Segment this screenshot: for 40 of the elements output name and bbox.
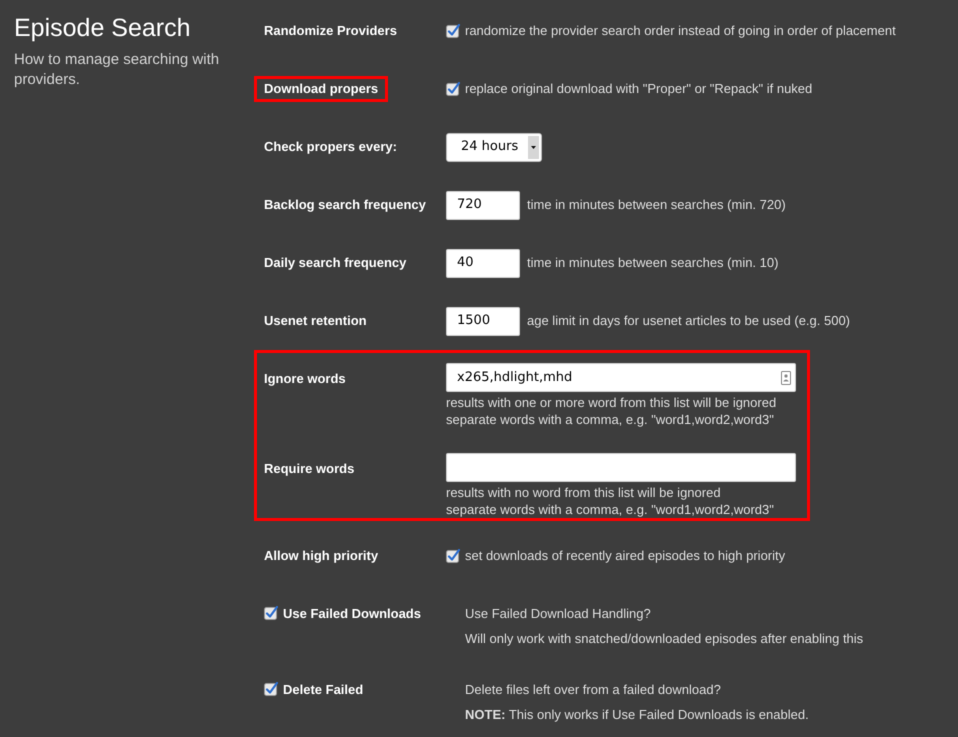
caret-icon — [528, 136, 539, 158]
setting-note: Delete files left over from a failed download? — [465, 681, 722, 699]
checkbox[interactable] — [446, 24, 460, 38]
setting-label: Usenet retention — [263, 312, 368, 330]
setting-description: time in minutes between searches (min. 720) — [527, 196, 786, 214]
interval-select[interactable]: 24 hours — [446, 132, 542, 162]
text-field[interactable] — [446, 453, 796, 482]
setting-label: Daily search frequency — [263, 254, 408, 272]
setting-label: Ignore words — [264, 371, 346, 386]
setting-label: Randomize Providers — [263, 22, 398, 40]
checkbox[interactable] — [446, 549, 460, 563]
setting-note: Use Failed Download Handling? — [465, 605, 652, 623]
setting-description: randomize the provider search order instead of going in order of placement — [465, 22, 896, 40]
setting-label: Download propers — [254, 76, 388, 102]
number-field[interactable]: 1500 — [446, 306, 520, 336]
field-note: separate words with a comma, e.g. "word1,word2,word3" — [446, 501, 775, 518]
setting-note: Will only work with snatched/downloaded episodes after enabling this — [465, 630, 864, 648]
field-note: results with one or more word from this list will be ignored — [446, 394, 778, 411]
setting-label: Allow high priority — [263, 547, 380, 565]
text-field[interactable]: x265,hdlight,mhd — [446, 363, 796, 392]
setting-label: Backlog search frequency — [263, 196, 427, 214]
checkbox[interactable] — [446, 82, 460, 96]
setting-label: Check propers every: — [263, 138, 398, 156]
section-description: How to manage searching with providers. — [14, 50, 220, 90]
checkbox[interactable] — [264, 682, 278, 696]
number-field[interactable]: 40 — [446, 248, 520, 278]
setting-description: replace original download with "Proper" or "Repack" if nuked — [465, 80, 812, 98]
setting-description: set downloads of recently aired episodes to high priority — [465, 547, 786, 565]
setting-label: Require words — [264, 461, 354, 476]
setting-label: Use Failed Downloads — [283, 605, 421, 623]
field-note: separate words with a comma, e.g. "word1,word2,word3" — [446, 411, 775, 428]
setting-note: NOTE: This only works if Use Failed Downloads is enabled. — [465, 706, 809, 724]
field-note: results with no word from this list will be ignored — [446, 484, 722, 501]
contact-card-icon[interactable] — [781, 370, 791, 384]
checkbox[interactable] — [264, 606, 278, 620]
section-title: Episode Search — [14, 13, 192, 44]
setting-description: time in minutes between searches (min. 10) — [527, 254, 778, 272]
setting-label: Delete Failed — [283, 681, 364, 699]
number-field[interactable]: 720 — [446, 190, 520, 220]
setting-description: age limit in days for usenet articles to be used (e.g. 500) — [527, 312, 850, 330]
